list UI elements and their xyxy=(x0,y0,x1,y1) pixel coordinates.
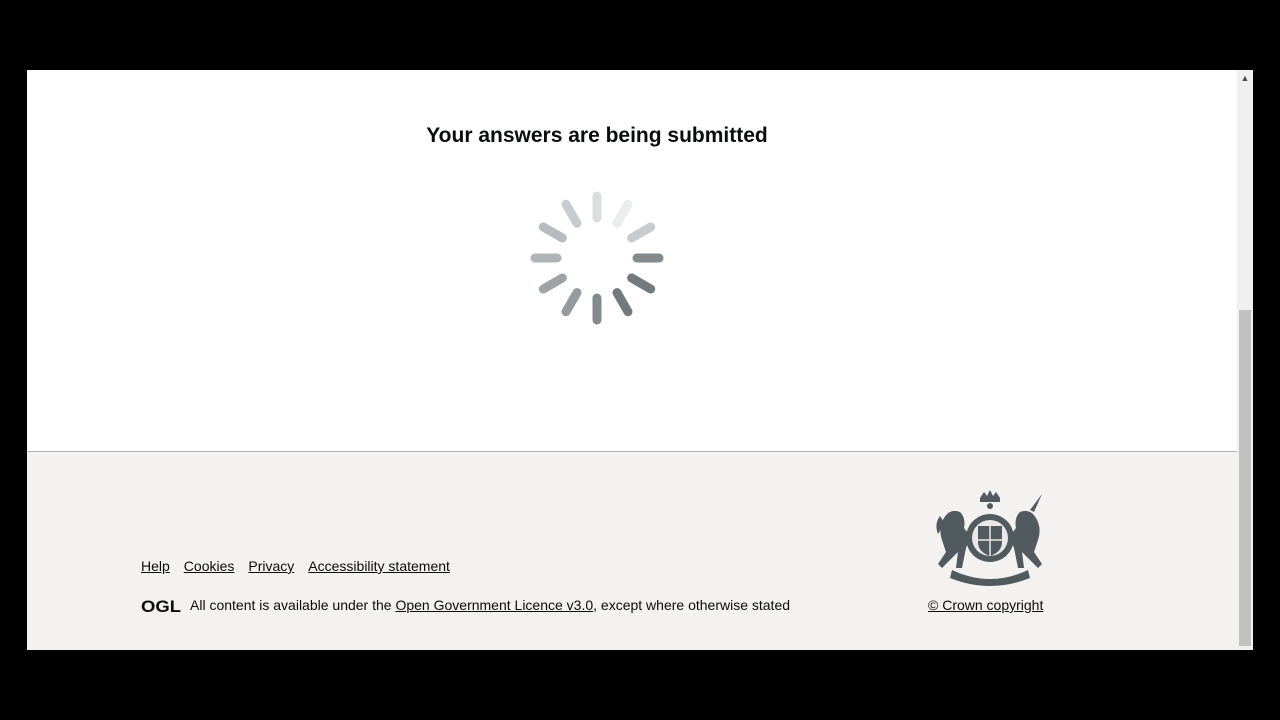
loading-spinner-icon xyxy=(530,191,664,325)
spinner-segment xyxy=(627,273,656,294)
spinner-segment xyxy=(612,199,633,228)
footer-link-item: Help xyxy=(141,558,170,576)
site-footer: Help Cookies Privacy Accessibility state… xyxy=(27,451,1237,650)
spinner-segment xyxy=(561,288,582,317)
spinner-segment xyxy=(538,222,567,243)
scrollbar-thumb[interactable] xyxy=(1239,310,1251,646)
spinner-segment xyxy=(612,288,633,317)
royal-coat-of-arms-icon xyxy=(936,490,1042,586)
cookies-link[interactable]: Cookies xyxy=(184,558,235,574)
footer-link-item: Cookies xyxy=(184,558,235,576)
browser-viewport: Your answers are being submitted Help Co… xyxy=(27,70,1253,650)
accessibility-statement-link[interactable]: Accessibility statement xyxy=(308,558,450,574)
page: Your answers are being submitted Help Co… xyxy=(27,70,1237,650)
page-title: Your answers are being submitted xyxy=(426,124,768,147)
licence-prefix: All content is available under the xyxy=(190,597,396,613)
scroll-up-arrow-icon[interactable]: ▲ xyxy=(1237,70,1253,86)
spinner-segment xyxy=(538,273,567,294)
open-government-licence-link[interactable]: Open Government Licence v3.0 xyxy=(395,597,593,613)
vertical-scrollbar[interactable]: ▲ xyxy=(1237,70,1253,650)
footer-link-item: Accessibility statement xyxy=(308,558,450,576)
crown-copyright-link[interactable]: © Crown copyright xyxy=(928,597,1043,613)
licence-suffix: , except where otherwise stated xyxy=(593,597,791,613)
main-content: Your answers are being submitted xyxy=(27,70,1237,451)
help-link[interactable]: Help xyxy=(141,558,170,574)
footer-links: Help Cookies Privacy Accessibility state… xyxy=(141,558,450,576)
spinner-segment xyxy=(561,199,582,228)
ogl-logo-text: OGL xyxy=(141,597,181,614)
footer-link-item: Privacy xyxy=(248,558,294,576)
spinner-segment xyxy=(627,222,656,243)
licence-text: All content is available under the Open … xyxy=(190,597,790,613)
ogl-logo-icon: OGL xyxy=(141,597,181,614)
privacy-link[interactable]: Privacy xyxy=(248,558,294,574)
